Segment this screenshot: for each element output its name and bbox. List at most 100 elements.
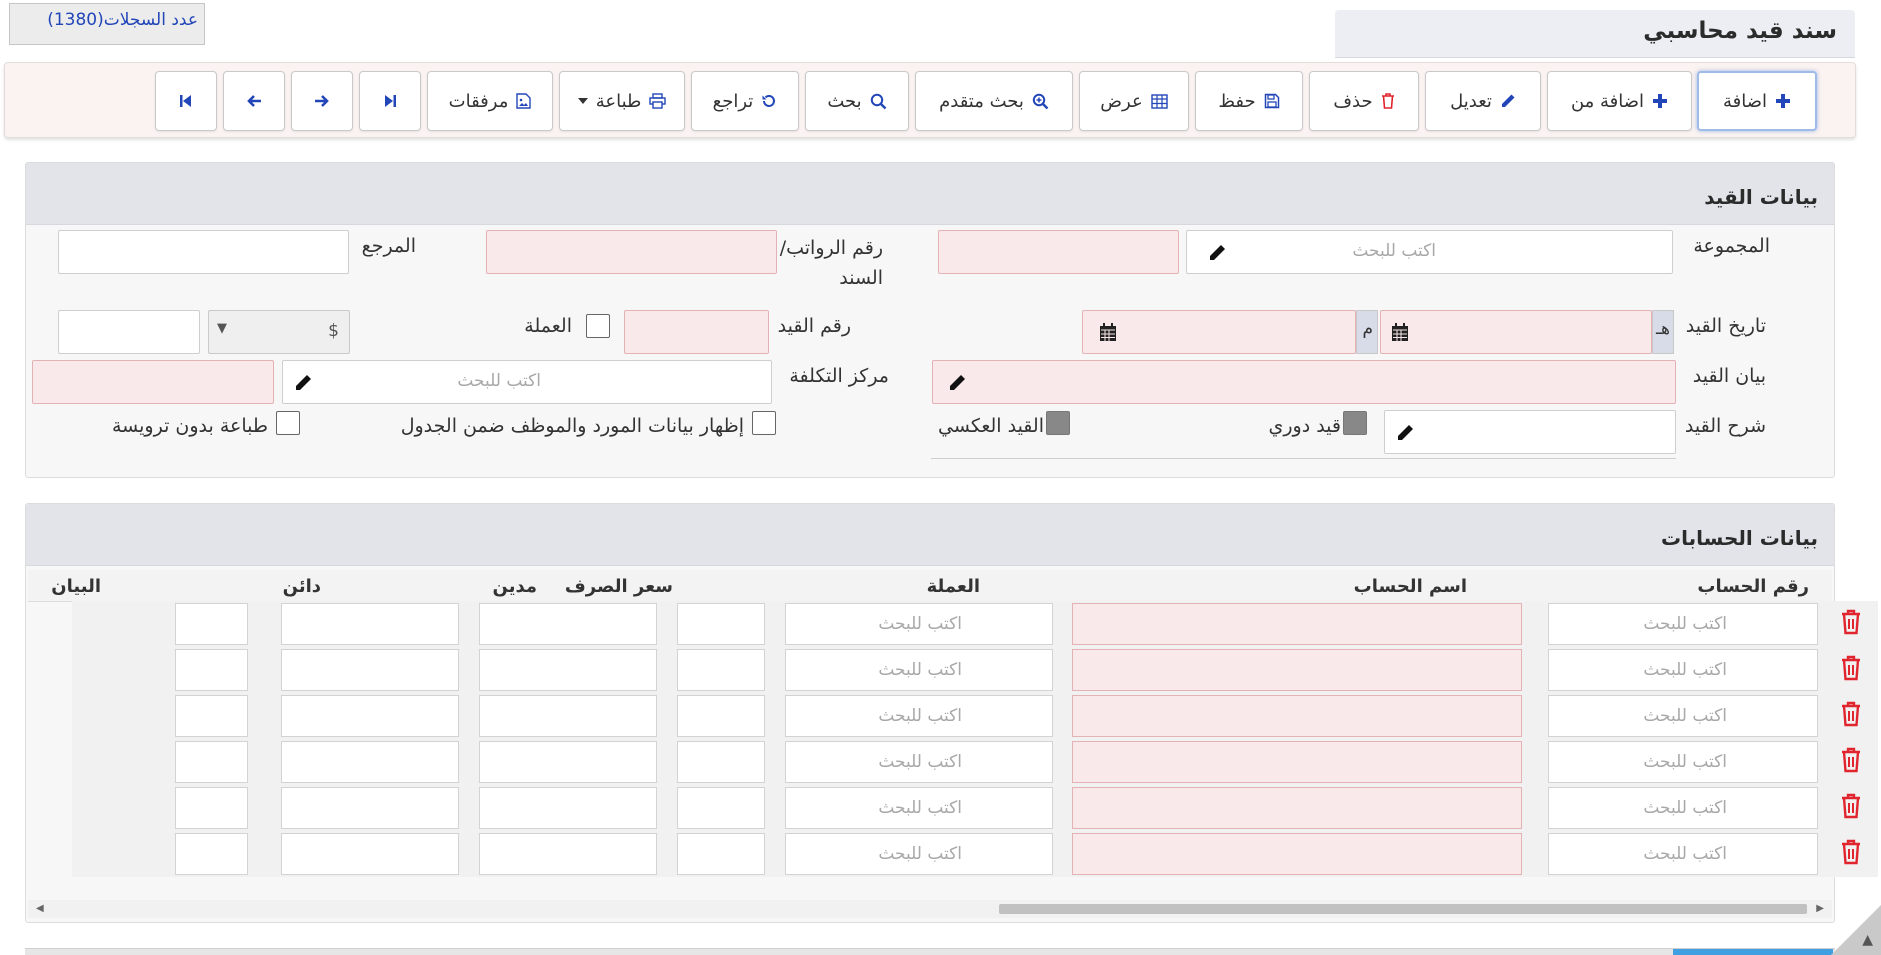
first-record-button[interactable] xyxy=(155,71,217,131)
add-button[interactable]: اضافة xyxy=(1697,71,1817,131)
last-record-button[interactable] xyxy=(359,71,421,131)
gregorian-date-input[interactable] xyxy=(1082,310,1356,354)
description-input[interactable] xyxy=(175,695,248,737)
exchange-rate-cell[interactable] xyxy=(677,741,765,783)
pencil-icon[interactable] xyxy=(1207,243,1227,263)
account-name-input[interactable] xyxy=(1072,603,1522,645)
table-row: اكتب للبحث اكتب للبحث xyxy=(72,647,1878,693)
footer-tab[interactable] xyxy=(1673,949,1833,955)
description-input[interactable] xyxy=(175,649,248,691)
periodic-entry-checkbox[interactable] xyxy=(1343,411,1367,435)
payroll-number-input[interactable] xyxy=(486,230,777,274)
delete-row-trash-icon[interactable] xyxy=(1840,839,1862,870)
account-number-input[interactable]: اكتب للبحث xyxy=(1548,833,1818,875)
debit-input[interactable] xyxy=(479,741,657,783)
horizontal-scrollbar[interactable]: ▶ ◀ xyxy=(28,900,1832,918)
delete-row-trash-icon[interactable] xyxy=(1840,701,1862,732)
debit-input[interactable] xyxy=(479,833,657,875)
delete-row-trash-icon[interactable] xyxy=(1840,655,1862,686)
currency-checkbox[interactable] xyxy=(586,314,610,338)
account-name-input[interactable] xyxy=(1072,741,1522,783)
credit-input[interactable] xyxy=(281,649,459,691)
scroll-up-icon[interactable]: ▲ xyxy=(1862,932,1873,948)
account-name-input[interactable] xyxy=(1072,833,1522,875)
credit-input[interactable] xyxy=(281,787,459,829)
exchange-rate-cell[interactable] xyxy=(677,603,765,645)
currency-search-input[interactable]: اكتب للبحث xyxy=(785,603,1053,645)
printer-icon xyxy=(649,93,667,109)
group-code-input[interactable] xyxy=(938,230,1179,274)
exchange-rate-cell[interactable] xyxy=(677,695,765,737)
show-supplier-employee-checkbox[interactable] xyxy=(752,411,776,435)
calendar-icon[interactable] xyxy=(1391,323,1409,342)
delete-row-trash-icon[interactable] xyxy=(1840,793,1862,824)
description-input[interactable] xyxy=(175,603,248,645)
credit-input[interactable] xyxy=(281,833,459,875)
hijri-date-input[interactable] xyxy=(1380,310,1652,354)
search-button[interactable]: بحث xyxy=(805,71,909,131)
scroll-top-corner[interactable] xyxy=(1831,905,1881,955)
undo-icon xyxy=(762,94,776,107)
attachments-button[interactable]: مرفقات xyxy=(427,71,553,131)
exchange-rate-cell[interactable] xyxy=(677,649,765,691)
delete-row-trash-icon[interactable] xyxy=(1840,609,1862,640)
print-dropdown-button[interactable]: طباعة xyxy=(559,71,685,131)
account-number-input[interactable]: اكتب للبحث xyxy=(1548,695,1818,737)
account-number-input[interactable]: اكتب للبحث xyxy=(1548,787,1818,829)
account-number-input[interactable]: اكتب للبحث xyxy=(1548,649,1818,691)
add-from-button[interactable]: اضافة من xyxy=(1547,71,1692,131)
print-without-header-checbox[interactable] xyxy=(276,411,300,435)
delete-button[interactable]: حذف xyxy=(1309,71,1419,131)
pencil-icon[interactable] xyxy=(1395,423,1415,443)
delete-row-trash-icon[interactable] xyxy=(1840,747,1862,778)
cost-center-search-input[interactable]: اكتب للبحث xyxy=(282,360,772,404)
view-button[interactable]: عرض xyxy=(1079,71,1189,131)
description-input[interactable] xyxy=(175,833,248,875)
currency-search-input[interactable]: اكتب للبحث xyxy=(785,695,1053,737)
account-number-input[interactable]: اكتب للبحث xyxy=(1548,741,1818,783)
currency-select[interactable]: $ ▼ xyxy=(208,310,350,354)
debit-input[interactable] xyxy=(479,649,657,691)
description-input[interactable] xyxy=(175,787,248,829)
save-button[interactable]: حفظ xyxy=(1195,71,1303,131)
scroll-left-arrow-icon[interactable]: ◀ xyxy=(36,903,44,914)
next-record-button[interactable] xyxy=(291,71,353,131)
undo-button[interactable]: تراجع xyxy=(691,71,799,131)
account-name-input[interactable] xyxy=(1072,649,1522,691)
entry-statement-input[interactable] xyxy=(932,360,1676,404)
currency-search-input[interactable]: اكتب للبحث xyxy=(785,649,1053,691)
cost-center-code-input[interactable] xyxy=(32,360,274,404)
scrollbar-thumb[interactable] xyxy=(999,904,1807,914)
currency-search-input[interactable]: اكتب للبحث xyxy=(785,787,1053,829)
debit-input[interactable] xyxy=(479,787,657,829)
entry-number-input[interactable] xyxy=(624,310,769,354)
currency-search-input[interactable]: اكتب للبحث xyxy=(785,741,1053,783)
description-input[interactable] xyxy=(175,741,248,783)
exchange-rate-cell[interactable] xyxy=(677,833,765,875)
pencil-icon[interactable] xyxy=(947,373,967,393)
calendar-icon[interactable] xyxy=(1099,323,1117,342)
pencil-icon[interactable] xyxy=(293,373,313,393)
account-number-input[interactable]: اكتب للبحث xyxy=(1548,603,1818,645)
table-row: اكتب للبحث اكتب للبحث xyxy=(72,739,1878,785)
debit-input[interactable] xyxy=(479,603,657,645)
reverse-entry-checkbox[interactable] xyxy=(1046,411,1070,435)
zoom-in-icon xyxy=(1032,93,1049,109)
scroll-right-arrow-icon[interactable]: ▶ xyxy=(1816,903,1824,914)
advanced-search-button[interactable]: بحث متقدم xyxy=(915,71,1073,131)
exchange-rate-input[interactable] xyxy=(58,310,200,354)
credit-input[interactable] xyxy=(281,695,459,737)
debit-input[interactable] xyxy=(479,695,657,737)
account-name-input[interactable] xyxy=(1072,695,1522,737)
credit-input[interactable] xyxy=(281,603,459,645)
entry-explanation-input[interactable] xyxy=(1384,410,1676,454)
column-header-account-number: رقم الحساب xyxy=(1697,576,1809,597)
edit-button[interactable]: تعديل xyxy=(1425,71,1541,131)
exchange-rate-cell[interactable] xyxy=(677,787,765,829)
currency-search-input[interactable]: اكتب للبحث xyxy=(785,833,1053,875)
reference-input[interactable] xyxy=(58,230,349,274)
account-name-input[interactable] xyxy=(1072,787,1522,829)
previous-record-button[interactable] xyxy=(223,71,285,131)
group-search-input[interactable]: اكتب للبحث xyxy=(1186,230,1673,274)
credit-input[interactable] xyxy=(281,741,459,783)
